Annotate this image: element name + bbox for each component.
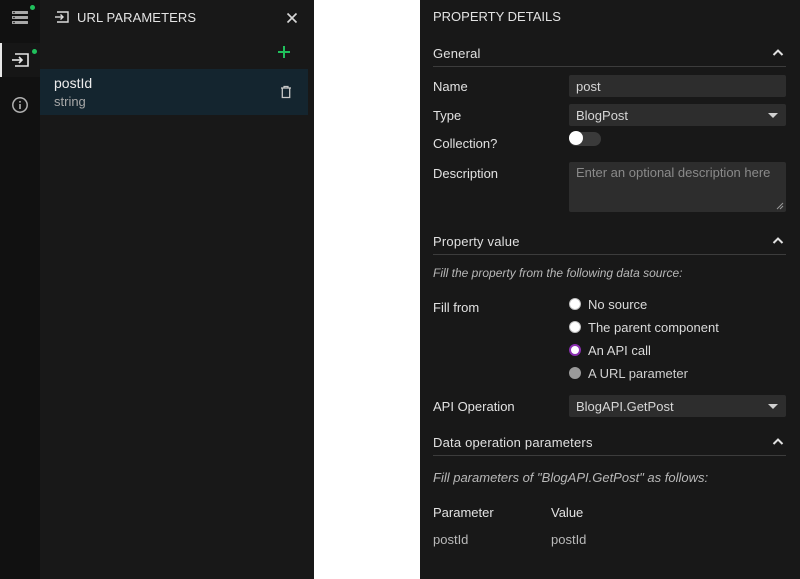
info-icon bbox=[12, 97, 28, 113]
close-icon bbox=[286, 12, 298, 24]
name-input[interactable]: post bbox=[569, 75, 786, 97]
section-title: Property value bbox=[433, 234, 520, 249]
section-general-header[interactable]: General bbox=[433, 43, 786, 67]
type-select[interactable]: BlogPost bbox=[569, 104, 786, 126]
rail-info-button[interactable] bbox=[0, 88, 40, 122]
section-title: Data operation parameters bbox=[433, 435, 593, 450]
parameter-cell: postId bbox=[433, 532, 469, 547]
radio-no-source[interactable]: No source bbox=[569, 296, 647, 312]
type-select-value: BlogPost bbox=[576, 108, 629, 123]
close-panel-button[interactable] bbox=[284, 10, 300, 26]
resize-grip-icon[interactable] bbox=[776, 202, 784, 210]
chevron-down-icon bbox=[768, 404, 778, 409]
rail-notification-dot bbox=[32, 49, 37, 54]
fill-from-label: Fill from bbox=[433, 300, 480, 315]
toggle-knob bbox=[569, 131, 583, 145]
api-operation-select[interactable]: BlogAPI.GetPost bbox=[569, 395, 786, 417]
property-details-panel: PROPERTY DETAILS General Name post Type … bbox=[420, 0, 800, 579]
panel-title: PROPERTY DETAILS bbox=[433, 9, 561, 24]
parameter-type: string bbox=[54, 94, 86, 109]
description-label: Description bbox=[433, 166, 499, 181]
chevron-down-icon bbox=[768, 113, 778, 118]
value-cell[interactable]: postId bbox=[551, 532, 586, 547]
rail-notification-dot bbox=[30, 5, 35, 10]
delete-parameter-button[interactable] bbox=[278, 83, 294, 101]
rail-layers-button[interactable] bbox=[0, 0, 40, 34]
name-label: Name bbox=[433, 79, 468, 94]
layers-icon bbox=[12, 11, 28, 24]
column-header-parameter: Parameter bbox=[433, 505, 494, 520]
url-parameter-item[interactable]: postId string bbox=[40, 69, 308, 115]
activity-rail bbox=[0, 0, 40, 579]
collection-label: Collection? bbox=[433, 136, 498, 151]
parameter-name: postId bbox=[54, 75, 93, 91]
api-operation-label: API Operation bbox=[433, 399, 515, 414]
collection-toggle[interactable] bbox=[569, 131, 601, 146]
plus-icon bbox=[278, 46, 290, 58]
chevron-up-icon bbox=[772, 49, 784, 56]
radio-button[interactable] bbox=[569, 344, 581, 356]
chevron-up-icon bbox=[772, 237, 784, 244]
trash-icon bbox=[281, 85, 291, 99]
radio-parent-component[interactable]: The parent component bbox=[569, 319, 719, 335]
radio-button[interactable] bbox=[569, 298, 581, 310]
api-operation-value: BlogAPI.GetPost bbox=[576, 399, 674, 414]
data-operation-hint: Fill parameters of "BlogAPI.GetPost" as … bbox=[433, 470, 709, 485]
description-placeholder: Enter an optional description here bbox=[576, 165, 771, 180]
type-label: Type bbox=[433, 108, 462, 123]
add-parameter-button[interactable] bbox=[274, 42, 294, 62]
radio-url-parameter: A URL parameter bbox=[569, 365, 688, 381]
url-parameter-icon bbox=[12, 53, 29, 67]
url-parameter-icon bbox=[54, 10, 70, 29]
section-data-operation-parameters-header[interactable]: Data operation parameters bbox=[433, 432, 786, 456]
radio-label: No source bbox=[588, 296, 648, 312]
radio-label: A URL parameter bbox=[588, 365, 688, 381]
chevron-up-icon bbox=[772, 438, 784, 445]
radio-button[interactable] bbox=[569, 321, 581, 333]
property-value-hint: Fill the property from the following dat… bbox=[433, 266, 683, 280]
section-title: General bbox=[433, 46, 481, 61]
radio-api-call[interactable]: An API call bbox=[569, 342, 651, 358]
radio-label: The parent component bbox=[588, 319, 719, 335]
url-parameters-panel: URL PARAMETERS postId string bbox=[40, 0, 314, 579]
column-header-value: Value bbox=[551, 505, 584, 520]
rail-url-parameters-button[interactable] bbox=[0, 43, 40, 77]
radio-button bbox=[569, 367, 581, 379]
description-textarea[interactable]: Enter an optional description here bbox=[569, 162, 786, 212]
radio-label: An API call bbox=[588, 342, 651, 358]
panel-title: URL PARAMETERS bbox=[77, 10, 197, 25]
section-property-value-header[interactable]: Property value bbox=[433, 231, 786, 255]
